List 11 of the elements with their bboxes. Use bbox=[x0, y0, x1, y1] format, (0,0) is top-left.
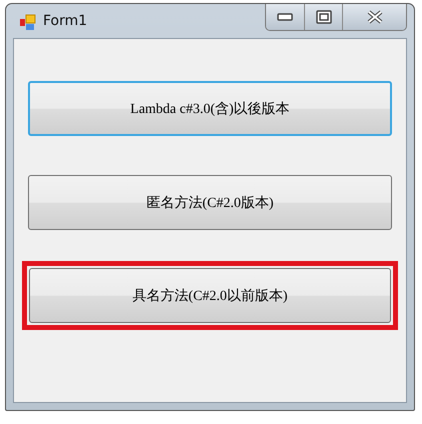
form-button[interactable]: Lambda c#3.0(含)以後版本 bbox=[28, 81, 392, 136]
close-button[interactable] bbox=[342, 4, 406, 30]
maximize-icon bbox=[316, 10, 332, 24]
form-button[interactable]: 匿名方法(C#2.0版本) bbox=[28, 175, 392, 230]
window-title: Form1 bbox=[43, 13, 88, 29]
app-icon bbox=[19, 14, 37, 32]
form-button[interactable]: 具名方法(C#2.0以前版本) bbox=[29, 268, 391, 323]
minimize-button[interactable] bbox=[266, 4, 304, 30]
maximize-button[interactable] bbox=[304, 4, 342, 30]
close-icon bbox=[366, 10, 384, 24]
minimize-icon bbox=[277, 13, 293, 21]
